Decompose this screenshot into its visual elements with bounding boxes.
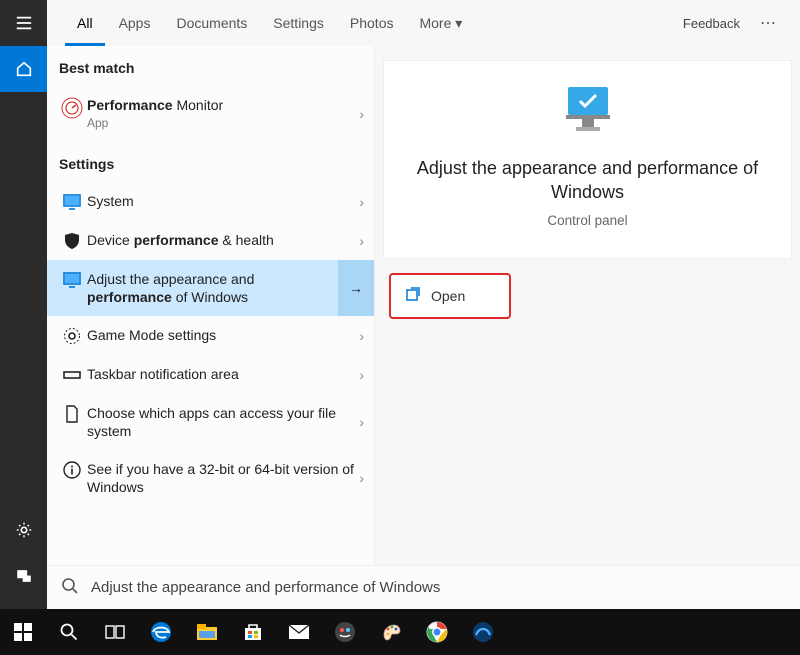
preview-title: Adjust the appearance and performance of… bbox=[410, 156, 765, 205]
search-button[interactable] bbox=[46, 609, 92, 655]
monitor-icon bbox=[59, 192, 85, 211]
taskbar-icon bbox=[59, 365, 85, 384]
setting-label: Adjust the appearance and performance of… bbox=[85, 270, 364, 306]
section-best-match: Best match bbox=[47, 46, 374, 86]
chevron-down-icon: ▾ bbox=[455, 15, 462, 31]
best-match-subtitle: App bbox=[87, 114, 364, 132]
setting-label: Device performance & health bbox=[85, 231, 364, 249]
open-button[interactable]: Open bbox=[389, 273, 511, 319]
setting-label: Game Mode settings bbox=[85, 326, 364, 344]
hamburger-icon[interactable] bbox=[0, 0, 47, 46]
feedback-link[interactable]: Feedback bbox=[671, 16, 752, 31]
chevron-right-icon[interactable]: › bbox=[359, 470, 364, 486]
setting-label: Taskbar notification area bbox=[85, 365, 364, 383]
more-options-icon[interactable]: ⋯ bbox=[754, 13, 784, 33]
app-icon-1[interactable] bbox=[322, 609, 368, 655]
search-panel: All Apps Documents Settings Photos More … bbox=[47, 0, 800, 609]
setting-label: System bbox=[85, 192, 364, 210]
tab-apps[interactable]: Apps bbox=[107, 0, 163, 46]
chevron-right-icon[interactable]: › bbox=[359, 414, 364, 430]
arrow-right-icon[interactable]: → bbox=[338, 260, 374, 316]
tab-more[interactable]: More ▾ bbox=[407, 0, 474, 46]
setting-system[interactable]: System › bbox=[47, 182, 374, 221]
setting-32-64-bit[interactable]: See if you have a 32-bit or 64-bit versi… bbox=[47, 450, 374, 506]
setting-apps-filesystem[interactable]: Choose which apps can access your file s… bbox=[47, 394, 374, 450]
open-icon bbox=[405, 286, 421, 305]
monitor-icon bbox=[59, 270, 85, 289]
filter-tabs: All Apps Documents Settings Photos More … bbox=[47, 0, 800, 46]
setting-label: See if you have a 32-bit or 64-bit versi… bbox=[85, 460, 364, 496]
tab-all[interactable]: All bbox=[65, 0, 105, 46]
setting-taskbar-notif[interactable]: Taskbar notification area › bbox=[47, 355, 374, 394]
file-explorer-icon[interactable] bbox=[184, 609, 230, 655]
monitor-check-icon bbox=[560, 83, 616, 138]
search-input[interactable]: Adjust the appearance and performance of… bbox=[91, 579, 440, 596]
shield-icon bbox=[59, 231, 85, 250]
paint-icon[interactable] bbox=[368, 609, 414, 655]
document-icon bbox=[59, 404, 85, 423]
home-icon[interactable] bbox=[0, 46, 47, 92]
best-match-item[interactable]: Performance Monitor App › bbox=[47, 86, 374, 142]
gear-icon bbox=[59, 326, 85, 345]
chevron-right-icon[interactable]: › bbox=[359, 328, 364, 344]
gear-icon[interactable] bbox=[0, 507, 47, 553]
chevron-right-icon[interactable]: › bbox=[359, 367, 364, 383]
info-icon bbox=[59, 460, 85, 479]
results-list: Best match Performance Monitor App › Set… bbox=[47, 46, 375, 565]
chevron-right-icon[interactable]: › bbox=[359, 233, 364, 249]
task-view-button[interactable] bbox=[92, 609, 138, 655]
preview-pane: Adjust the appearance and performance of… bbox=[375, 46, 800, 565]
section-settings: Settings bbox=[47, 142, 374, 182]
tab-photos[interactable]: Photos bbox=[338, 0, 406, 46]
chrome-icon[interactable] bbox=[414, 609, 460, 655]
setting-game-mode[interactable]: Game Mode settings › bbox=[47, 316, 374, 355]
search-input-row[interactable]: Adjust the appearance and performance of… bbox=[47, 565, 800, 609]
chevron-right-icon[interactable]: › bbox=[359, 194, 364, 210]
chevron-right-icon[interactable]: › bbox=[359, 106, 364, 122]
open-label: Open bbox=[431, 288, 465, 304]
best-match-title: Performance Monitor bbox=[87, 96, 364, 114]
mail-icon[interactable] bbox=[276, 609, 322, 655]
preview-subtitle: Control panel bbox=[547, 213, 627, 228]
taskbar bbox=[0, 609, 800, 655]
setting-adjust-appearance[interactable]: Adjust the appearance and performance of… bbox=[47, 260, 374, 316]
setting-device-performance[interactable]: Device performance & health › bbox=[47, 221, 374, 260]
preview-card: Adjust the appearance and performance of… bbox=[383, 60, 792, 259]
edge-icon[interactable] bbox=[138, 609, 184, 655]
search-icon bbox=[61, 577, 79, 599]
app-icon-2[interactable] bbox=[460, 609, 506, 655]
start-button[interactable] bbox=[0, 609, 46, 655]
setting-label: Choose which apps can access your file s… bbox=[85, 404, 364, 440]
feedback-icon[interactable] bbox=[0, 553, 47, 599]
cortana-sidebar bbox=[0, 0, 47, 609]
tab-documents[interactable]: Documents bbox=[164, 0, 259, 46]
tab-settings[interactable]: Settings bbox=[261, 0, 336, 46]
store-icon[interactable] bbox=[230, 609, 276, 655]
perfmon-icon bbox=[59, 96, 85, 119]
